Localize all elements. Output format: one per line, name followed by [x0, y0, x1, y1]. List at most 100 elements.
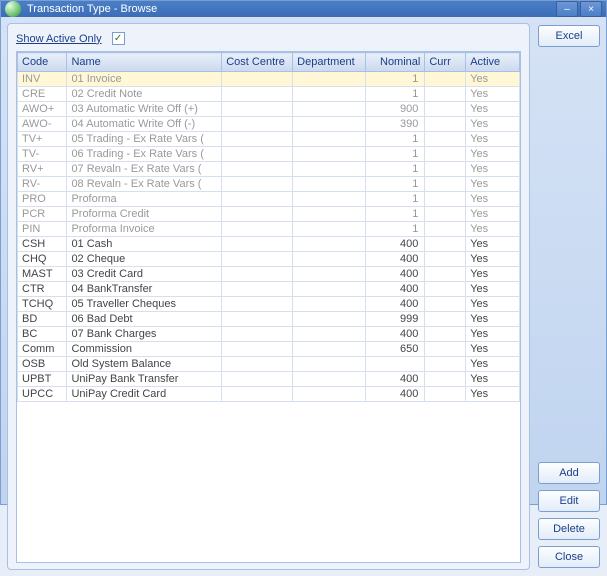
cell-name: 08 Revaln - Ex Rate Vars (	[67, 177, 222, 192]
close-button[interactable]: Close	[538, 546, 600, 568]
cell-code: MAST	[18, 267, 67, 282]
cell-nominal: 1	[366, 177, 425, 192]
main-panel: Show Active Only ✓ Code Name Cost Centre…	[7, 23, 530, 570]
cell-name: Proforma	[67, 192, 222, 207]
table-row[interactable]: CSH01 Cash400Yes	[18, 237, 520, 252]
top-button-group: Excel	[538, 25, 600, 47]
add-button[interactable]: Add	[538, 462, 600, 484]
cell-cost	[222, 102, 293, 117]
col-curr[interactable]: Curr	[425, 53, 466, 72]
table-row[interactable]: OSBOld System BalanceYes	[18, 357, 520, 372]
cell-dept	[293, 252, 366, 267]
col-cost-centre[interactable]: Cost Centre	[222, 53, 293, 72]
col-name[interactable]: Name	[67, 53, 222, 72]
cell-name: 07 Revaln - Ex Rate Vars (	[67, 162, 222, 177]
table-row[interactable]: UPCCUniPay Credit Card400Yes	[18, 387, 520, 402]
cell-active: Yes	[466, 327, 520, 342]
cell-curr	[425, 342, 466, 357]
table-row[interactable]: RV-08 Revaln - Ex Rate Vars (1Yes	[18, 177, 520, 192]
cell-nominal: 900	[366, 102, 425, 117]
cell-code: CTR	[18, 282, 67, 297]
cell-code: BC	[18, 327, 67, 342]
cell-curr	[425, 297, 466, 312]
cell-dept	[293, 207, 366, 222]
cell-dept	[293, 372, 366, 387]
close-window-button[interactable]: ×	[580, 1, 602, 17]
cell-name: Proforma Credit	[67, 207, 222, 222]
cell-name: UniPay Credit Card	[67, 387, 222, 402]
cell-dept	[293, 177, 366, 192]
cell-cost	[222, 282, 293, 297]
cell-code: CSH	[18, 237, 67, 252]
cell-cost	[222, 252, 293, 267]
cell-name: 02 Credit Note	[67, 87, 222, 102]
table-row[interactable]: AWO+03 Automatic Write Off (+)900Yes	[18, 102, 520, 117]
cell-name: 07 Bank Charges	[67, 327, 222, 342]
cell-active: Yes	[466, 252, 520, 267]
table-row[interactable]: BC07 Bank Charges400Yes	[18, 327, 520, 342]
table-row[interactable]: BD06 Bad Debt999Yes	[18, 312, 520, 327]
cell-dept	[293, 72, 366, 87]
table-row[interactable]: PROProforma1Yes	[18, 192, 520, 207]
cell-dept	[293, 162, 366, 177]
cell-nominal: 1	[366, 192, 425, 207]
table-row[interactable]: PINProforma Invoice1Yes	[18, 222, 520, 237]
window-title: Transaction Type - Browse	[27, 3, 556, 15]
table-row[interactable]: MAST03 Credit Card400Yes	[18, 267, 520, 282]
cell-nominal	[366, 357, 425, 372]
cell-active: Yes	[466, 267, 520, 282]
cell-nominal: 1	[366, 72, 425, 87]
cell-active: Yes	[466, 387, 520, 402]
cell-nominal: 400	[366, 237, 425, 252]
delete-button[interactable]: Delete	[538, 518, 600, 540]
cell-dept	[293, 267, 366, 282]
cell-cost	[222, 357, 293, 372]
cell-dept	[293, 147, 366, 162]
cell-dept	[293, 117, 366, 132]
table-row[interactable]: INV01 Invoice1Yes	[18, 72, 520, 87]
table-row[interactable]: TV-06 Trading - Ex Rate Vars (1Yes	[18, 147, 520, 162]
table-row[interactable]: UPBTUniPay Bank Transfer400Yes	[18, 372, 520, 387]
col-department[interactable]: Department	[293, 53, 366, 72]
table-row[interactable]: CRE02 Credit Note1Yes	[18, 87, 520, 102]
show-active-checkbox[interactable]: ✓	[112, 32, 125, 45]
table-row[interactable]: AWO-04 Automatic Write Off (-)390Yes	[18, 117, 520, 132]
table-row[interactable]: CTR04 BankTransfer400Yes	[18, 282, 520, 297]
cell-curr	[425, 117, 466, 132]
minimize-button[interactable]: –	[556, 1, 578, 17]
cell-nominal: 400	[366, 297, 425, 312]
cell-code: PIN	[18, 222, 67, 237]
cell-active: Yes	[466, 102, 520, 117]
cell-active: Yes	[466, 162, 520, 177]
cell-cost	[222, 207, 293, 222]
cell-code: INV	[18, 72, 67, 87]
table-row[interactable]: CommCommission650Yes	[18, 342, 520, 357]
edit-button[interactable]: Edit	[538, 490, 600, 512]
content-area: Show Active Only ✓ Code Name Cost Centre…	[1, 17, 606, 576]
show-active-label[interactable]: Show Active Only	[16, 33, 102, 45]
cell-curr	[425, 267, 466, 282]
cell-curr	[425, 207, 466, 222]
table-row[interactable]: CHQ02 Cheque400Yes	[18, 252, 520, 267]
col-active[interactable]: Active	[466, 53, 520, 72]
table-row[interactable]: RV+07 Revaln - Ex Rate Vars (1Yes	[18, 162, 520, 177]
col-nominal[interactable]: Nominal	[366, 53, 425, 72]
cell-code: BD	[18, 312, 67, 327]
cell-nominal: 1	[366, 147, 425, 162]
table-row[interactable]: TCHQ05 Traveller Cheques400Yes	[18, 297, 520, 312]
cell-active: Yes	[466, 222, 520, 237]
cell-cost	[222, 162, 293, 177]
table-row[interactable]: PCRProforma Credit1Yes	[18, 207, 520, 222]
cell-nominal: 390	[366, 117, 425, 132]
cell-dept	[293, 237, 366, 252]
cell-nominal: 1	[366, 87, 425, 102]
cell-curr	[425, 132, 466, 147]
cell-nominal: 1	[366, 162, 425, 177]
cell-cost	[222, 117, 293, 132]
cell-code: CHQ	[18, 252, 67, 267]
cell-curr	[425, 327, 466, 342]
col-code[interactable]: Code	[18, 53, 67, 72]
cell-active: Yes	[466, 177, 520, 192]
table-row[interactable]: TV+05 Trading - Ex Rate Vars (1Yes	[18, 132, 520, 147]
excel-button[interactable]: Excel	[538, 25, 600, 47]
